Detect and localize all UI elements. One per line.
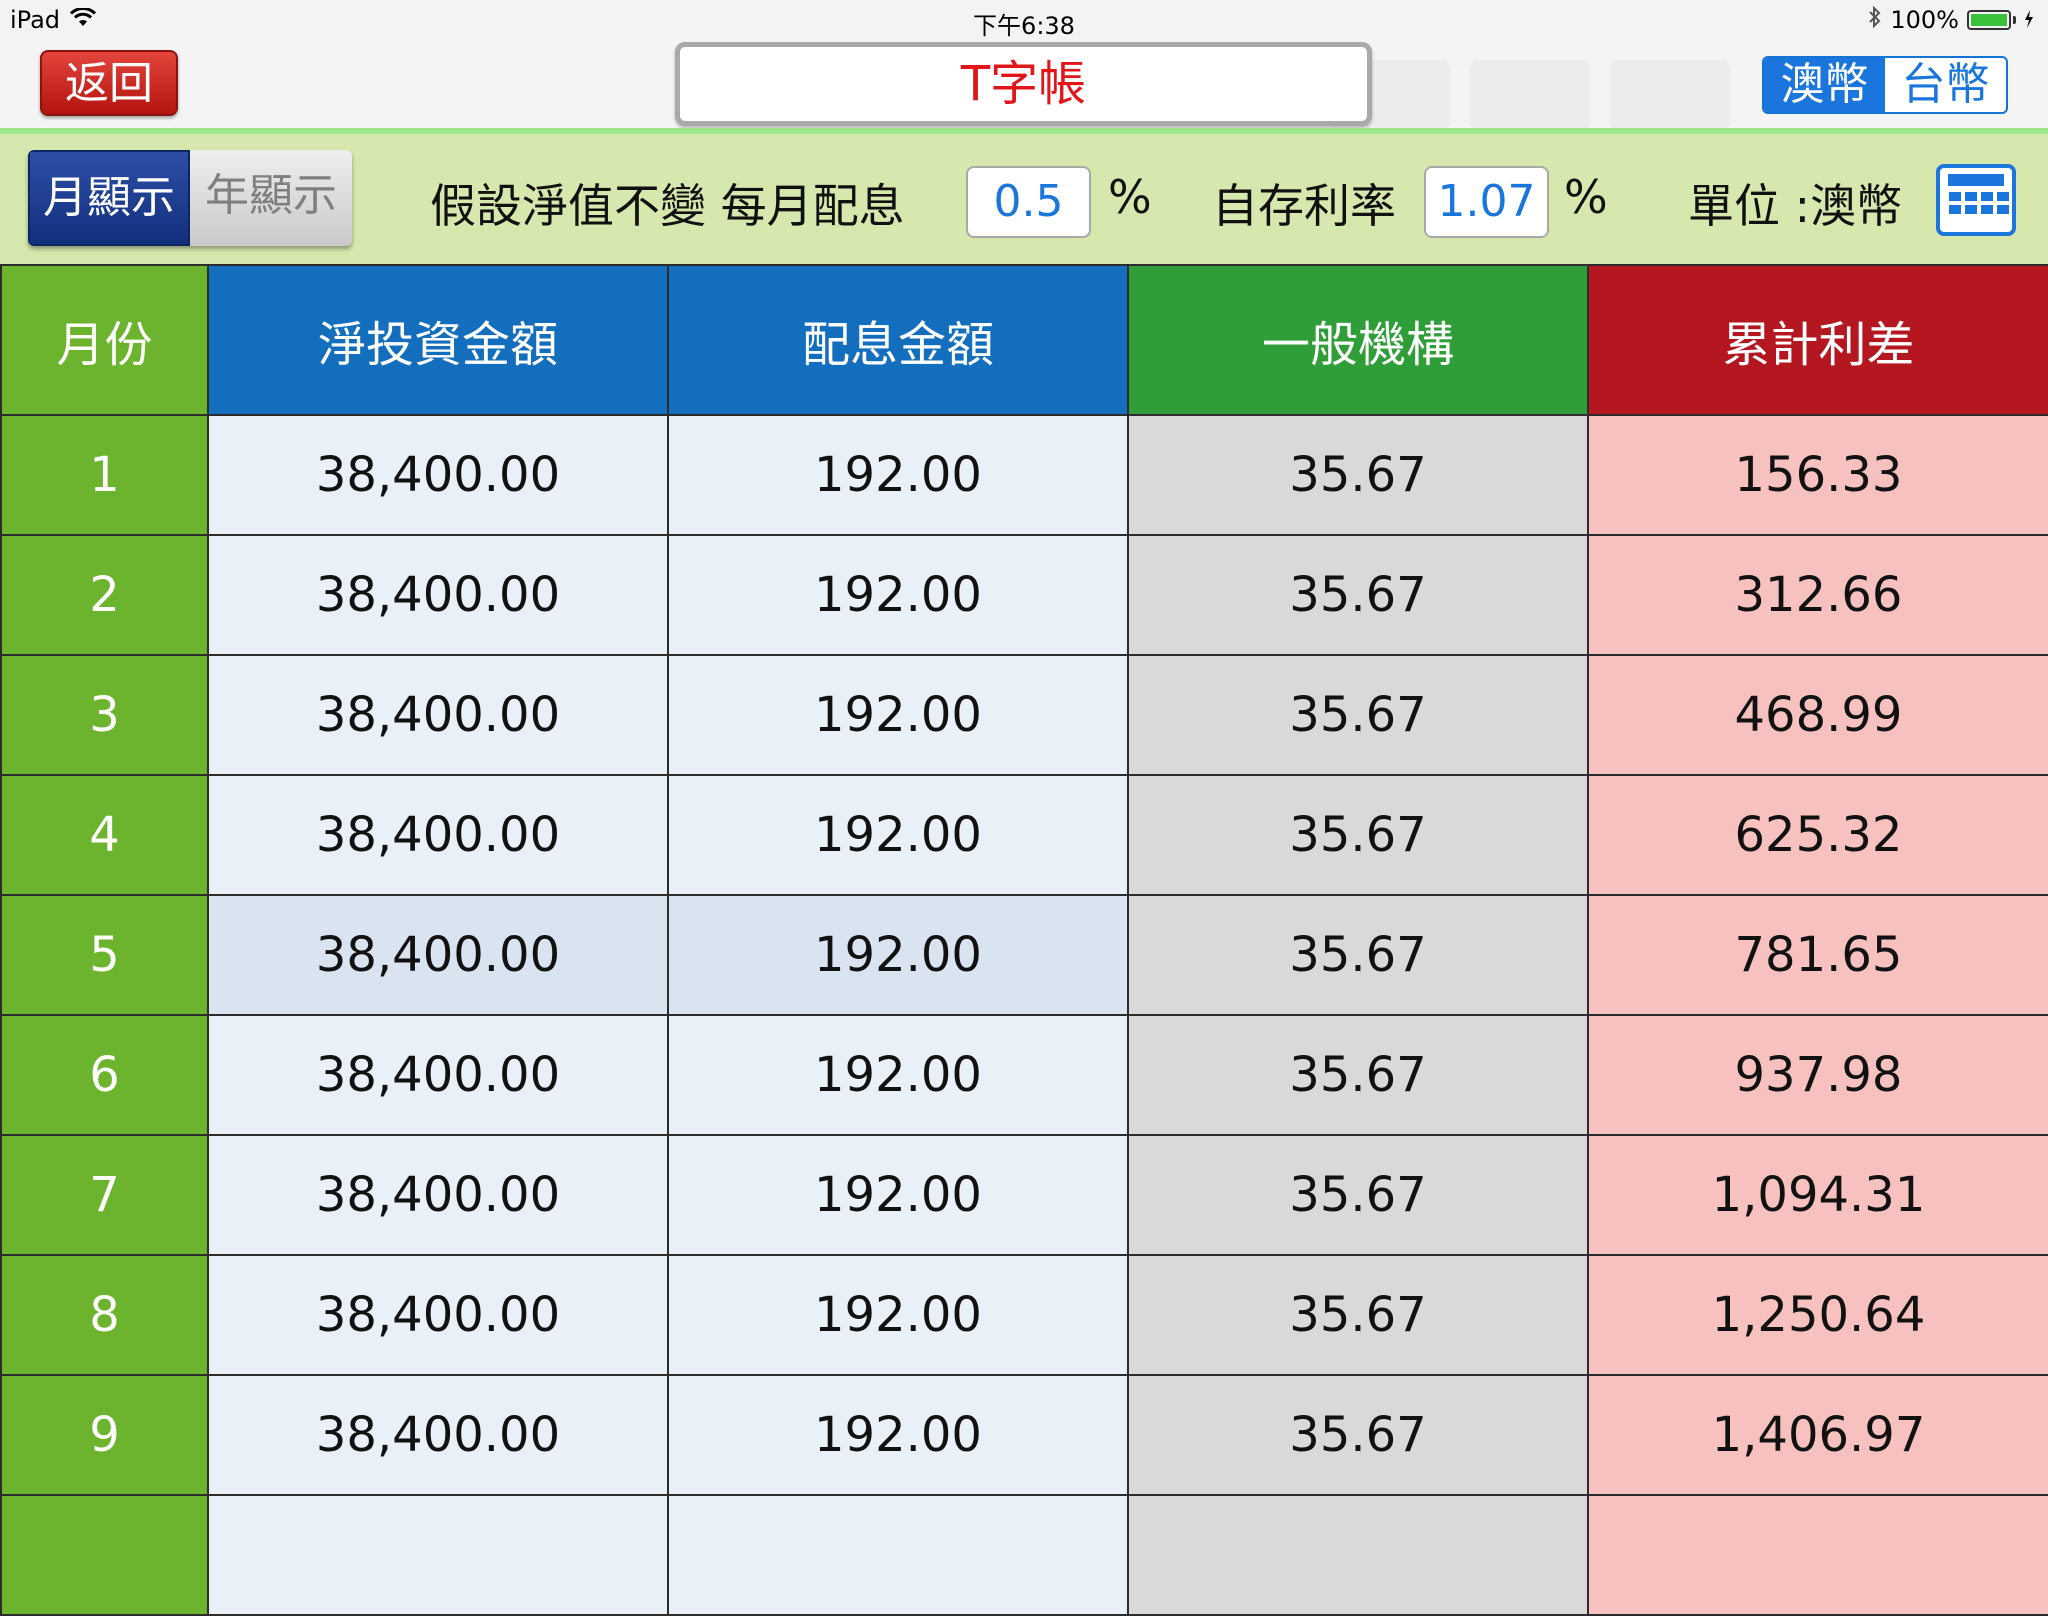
table-row[interactable] [0, 1494, 2048, 1616]
cell-general-institution: 35.67 [1127, 414, 1589, 536]
cell-net-investment: 38,400.00 [207, 774, 669, 896]
cell-general-institution [1127, 1494, 1589, 1616]
dividend-unit: % [1108, 170, 1152, 224]
cell-dividend-amount: 192.00 [667, 1254, 1129, 1376]
cell-general-institution: 35.67 [1127, 774, 1589, 896]
table-row[interactable]: 7 38,400.00 192.00 35.67 1,094.31 [0, 1134, 2048, 1256]
background-keypad-ghost [1330, 60, 1730, 130]
currency-option-aud[interactable]: 澳幣 [1764, 58, 1885, 112]
cell-general-institution: 35.67 [1127, 534, 1589, 656]
back-button[interactable]: 返回 [40, 50, 178, 116]
t-account-table: 月份 淨投資金額 配息金額 一般機構 累計利差 1 38,400.00 192.00… [0, 264, 2048, 1616]
cell-month [0, 1494, 209, 1616]
cell-month: 9 [0, 1374, 209, 1496]
ghost-key [1470, 60, 1590, 130]
cell-net-investment: 38,400.00 [207, 414, 669, 536]
view-option-yearly[interactable]: 年顯示 [190, 150, 352, 246]
cell-net-investment: 38,400.00 [207, 1134, 669, 1256]
battery-percent: 100% [1890, 6, 1959, 34]
cell-general-institution: 35.67 [1127, 1014, 1589, 1136]
cell-general-institution: 35.67 [1127, 894, 1589, 1016]
cell-dividend-amount: 192.00 [667, 1134, 1129, 1256]
cell-dividend-amount: 192.00 [667, 894, 1129, 1016]
cell-month: 6 [0, 1014, 209, 1136]
view-option-monthly[interactable]: 月顯示 [28, 150, 190, 246]
cell-cumulative-spread [1587, 1494, 2048, 1616]
unit-label: 單位 :澳幣 [1688, 179, 1903, 233]
cell-general-institution: 35.67 [1127, 1374, 1589, 1496]
calculator-screen [1948, 174, 2004, 186]
dividend-rate-input[interactable]: 0.5 [966, 166, 1091, 238]
cell-month: 4 [0, 774, 209, 896]
currency-option-twd[interactable]: 台幣 [1885, 58, 2006, 112]
battery-tip [2013, 16, 2016, 24]
cell-month: 2 [0, 534, 209, 656]
cell-cumulative-spread: 1,406.97 [1587, 1374, 2048, 1496]
cell-dividend-amount: 192.00 [667, 414, 1129, 536]
cell-cumulative-spread: 1,250.64 [1587, 1254, 2048, 1376]
table-row[interactable]: 4 38,400.00 192.00 35.67 625.32 [0, 774, 2048, 896]
cell-month: 1 [0, 414, 209, 536]
calculator-icon[interactable] [1936, 164, 2016, 236]
currency-toggle[interactable]: 澳幣 台幣 [1762, 56, 2008, 114]
ghost-key [1610, 60, 1730, 130]
charging-icon [2024, 6, 2034, 34]
table-row[interactable]: 8 38,400.00 192.00 35.67 1,250.64 [0, 1254, 2048, 1376]
cell-net-investment: 38,400.00 [207, 894, 669, 1016]
cell-cumulative-spread: 625.32 [1587, 774, 2048, 896]
header-cumulative-spread: 累計利差 [1587, 264, 2048, 416]
cell-dividend-amount: 192.00 [667, 1014, 1129, 1136]
cell-net-investment: 38,400.00 [207, 1374, 669, 1496]
page-title: T字帳 [675, 42, 1372, 126]
table-row[interactable]: 2 38,400.00 192.00 35.67 312.66 [0, 534, 2048, 656]
cell-dividend-amount [667, 1494, 1129, 1616]
cell-dividend-amount: 192.00 [667, 654, 1129, 776]
cell-dividend-amount: 192.00 [667, 534, 1129, 656]
header-month: 月份 [0, 264, 209, 416]
nav-bar: 返回 T字帳 澳幣 台幣 [0, 40, 2048, 130]
cell-month: 7 [0, 1134, 209, 1256]
header-net-investment: 淨投資金額 [207, 264, 669, 416]
cell-general-institution: 35.67 [1127, 654, 1589, 776]
cell-cumulative-spread: 937.98 [1587, 1014, 2048, 1136]
table-row[interactable]: 1 38,400.00 192.00 35.67 156.33 [0, 414, 2048, 536]
header-general-institution: 一般機構 [1127, 264, 1589, 416]
table-row[interactable]: 5 38,400.00 192.00 35.67 781.65 [0, 894, 2048, 1016]
cell-month: 8 [0, 1254, 209, 1376]
cell-net-investment: 38,400.00 [207, 1254, 669, 1376]
cell-month: 3 [0, 654, 209, 776]
calculator-keys [1949, 192, 2009, 214]
table-header-row: 月份 淨投資金額 配息金額 一般機構 累計利差 [0, 264, 2048, 416]
cell-month: 5 [0, 894, 209, 1016]
cell-cumulative-spread: 468.99 [1587, 654, 2048, 776]
battery-icon [1967, 10, 2011, 30]
status-time: 下午6:38 [973, 12, 1075, 40]
cell-cumulative-spread: 156.33 [1587, 414, 2048, 536]
table-row[interactable]: 3 38,400.00 192.00 35.67 468.99 [0, 654, 2048, 776]
cell-dividend-amount: 192.00 [667, 774, 1129, 896]
cell-cumulative-spread: 1,094.31 [1587, 1134, 2048, 1256]
cell-net-investment [207, 1494, 669, 1616]
cell-cumulative-spread: 781.65 [1587, 894, 2048, 1016]
cell-general-institution: 35.67 [1127, 1134, 1589, 1256]
deposit-rate-input[interactable]: 1.07 [1424, 166, 1549, 238]
dividend-label: 假設淨值不變 每月配息 [430, 179, 905, 233]
cell-general-institution: 35.67 [1127, 1254, 1589, 1376]
header-dividend-amount: 配息金額 [667, 264, 1129, 416]
status-bar: iPad 下午6:38 100% [0, 0, 2048, 40]
table-row[interactable]: 9 38,400.00 192.00 35.67 1,406.97 [0, 1374, 2048, 1496]
table-row[interactable]: 6 38,400.00 192.00 35.67 937.98 [0, 1014, 2048, 1136]
cell-net-investment: 38,400.00 [207, 654, 669, 776]
cell-dividend-amount: 192.00 [667, 1374, 1129, 1496]
deposit-rate-label: 自存利率 [1212, 179, 1396, 233]
view-mode-toggle[interactable]: 月顯示 年顯示 [28, 150, 352, 246]
bluetooth-icon [1868, 5, 1882, 34]
cell-net-investment: 38,400.00 [207, 534, 669, 656]
deposit-rate-unit: % [1564, 170, 1608, 224]
cell-net-investment: 38,400.00 [207, 1014, 669, 1136]
cell-cumulative-spread: 312.66 [1587, 534, 2048, 656]
settings-bar: 月顯示 年顯示 假設淨值不變 每月配息 0.5 % 自存利率 1.07 % 單位… [0, 128, 2048, 264]
